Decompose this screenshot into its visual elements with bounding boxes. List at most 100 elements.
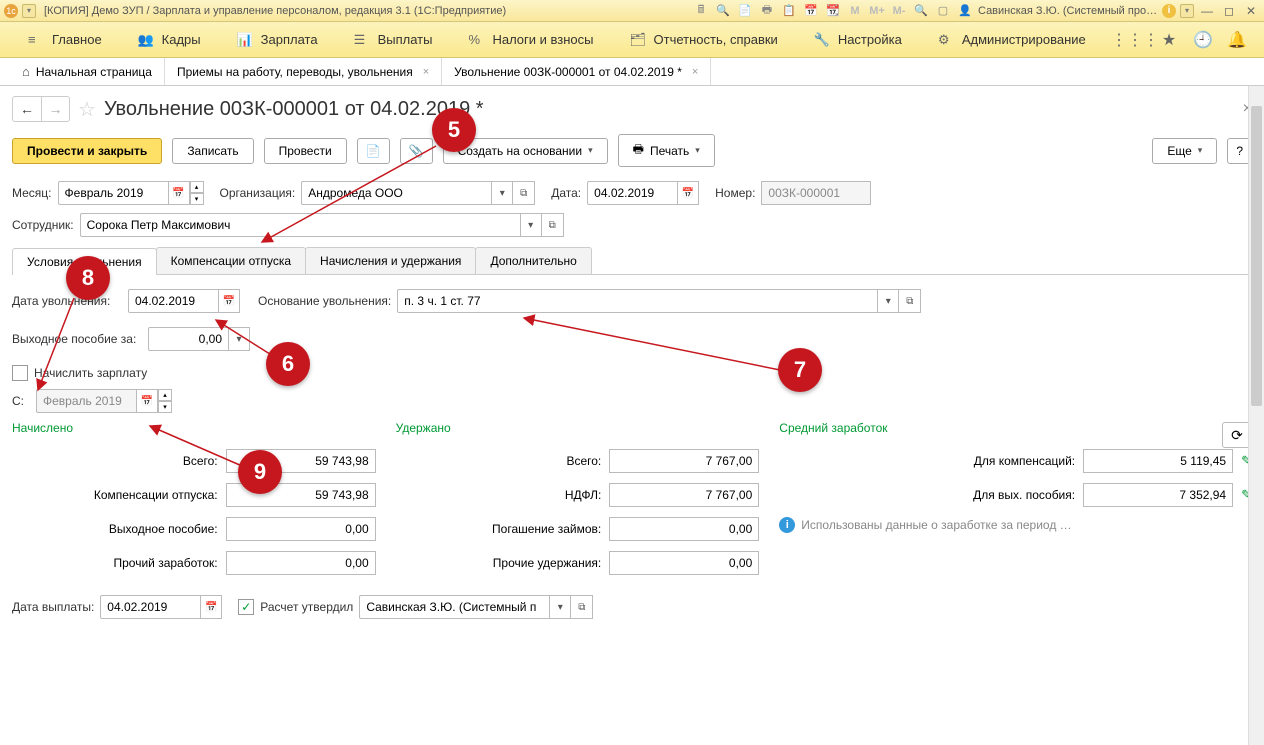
employee-input[interactable]: [80, 213, 520, 237]
tab-hiring[interactable]: Приемы на работу, переводы, увольнения×: [165, 58, 442, 85]
more-button[interactable]: Еще▾: [1152, 138, 1217, 164]
avg-sev-input[interactable]: [1083, 483, 1233, 507]
nav-personnel[interactable]: 👥Кадры: [120, 22, 219, 57]
history-icon[interactable]: 🕘: [1190, 27, 1216, 53]
tab-close-icon[interactable]: ×: [423, 66, 429, 78]
month-input[interactable]: [58, 181, 168, 205]
withheld-other-input[interactable]: [609, 551, 759, 575]
maximize-button[interactable]: ◻: [1221, 4, 1237, 18]
nav-main[interactable]: ≡Главное: [10, 22, 120, 57]
open-icon[interactable]: ⧉: [899, 289, 921, 313]
calendar-icon[interactable]: 📅: [136, 389, 158, 413]
nav-settings-label: Настройка: [838, 32, 902, 47]
paydate-input[interactable]: [100, 595, 200, 619]
tab-close-icon[interactable]: ×: [692, 66, 698, 78]
calendar-icon[interactable]: 📅: [168, 181, 190, 205]
withheld-loan-input[interactable]: [609, 517, 759, 541]
tab-dismissal-label: Увольнение 00ЗК-000001 от 04.02.2019 *: [454, 65, 682, 79]
month-label: Месяц:: [12, 186, 52, 200]
info-blue-icon[interactable]: i: [779, 517, 795, 533]
open-icon[interactable]: ⧉: [571, 595, 593, 619]
m-icon[interactable]: M: [847, 3, 863, 19]
toolbar-print-icon[interactable]: 🖶: [759, 3, 775, 19]
bell-icon[interactable]: 🔔: [1224, 27, 1250, 53]
nav-settings[interactable]: 🔧Настройка: [796, 22, 920, 57]
open-icon[interactable]: ⧉: [542, 213, 564, 237]
info-icon[interactable]: i: [1162, 4, 1176, 18]
toolbar-icon-1[interactable]: 🖩: [693, 3, 709, 19]
forward-button[interactable]: →: [41, 97, 69, 121]
close-window-button[interactable]: ✕: [1243, 4, 1259, 18]
user-icon: 👤: [957, 3, 973, 19]
tabs-row: ⌂Начальная страница Приемы на работу, пе…: [0, 58, 1264, 86]
m-minus-icon[interactable]: M-: [891, 3, 907, 19]
calendar-icon[interactable]: 📅: [218, 289, 240, 313]
dropdown-icon[interactable]: ▾: [491, 181, 513, 205]
window-title: [КОПИЯ] Демо ЗУП / Зарплата и управление…: [44, 5, 506, 17]
back-button[interactable]: ←: [13, 97, 41, 121]
toolbar-calendar-icon[interactable]: 📅: [803, 3, 819, 19]
app-menu-dropdown[interactable]: ▾: [22, 4, 36, 18]
user-name[interactable]: Савинская З.Ю. (Системный прог…: [978, 5, 1158, 17]
scrollbar-thumb[interactable]: [1251, 106, 1262, 406]
app-logo-icon: 1c: [4, 4, 18, 18]
month-spin[interactable]: ▴▾: [190, 181, 204, 205]
dropdown-icon[interactable]: ▾: [228, 327, 250, 351]
document-icon-button[interactable]: 📄: [357, 138, 390, 164]
reason-input[interactable]: [397, 289, 877, 313]
toolbar-cfg-icon[interactable]: ▢: [935, 3, 951, 19]
accrued-other-input[interactable]: [226, 551, 376, 575]
withheld-total-input[interactable]: [609, 449, 759, 473]
withheld-col: Удержано Всего: НДФЛ: Погашение займов: …: [396, 421, 760, 585]
dropdown-icon[interactable]: ▾: [549, 595, 571, 619]
nav-salary[interactable]: 📊Зарплата: [219, 22, 336, 57]
favorite-star-icon[interactable]: ★: [1156, 27, 1182, 53]
severance-input[interactable]: [148, 327, 228, 351]
print-button[interactable]: 🖶Печать▾: [618, 134, 715, 167]
apps-grid-icon[interactable]: ⋮⋮⋮: [1122, 27, 1148, 53]
from-spin[interactable]: ▴▾: [158, 389, 172, 413]
accrued-sev-input[interactable]: [226, 517, 376, 541]
approved-checkbox[interactable]: ✓: [238, 599, 254, 615]
attach-button[interactable]: 📎: [400, 138, 433, 164]
m-plus-icon[interactable]: M+: [869, 3, 885, 19]
approver-input[interactable]: [359, 595, 549, 619]
favorite-toggle-icon[interactable]: ☆: [78, 97, 96, 122]
accrue-salary-checkbox[interactable]: [12, 365, 28, 381]
open-icon[interactable]: ⧉: [513, 181, 535, 205]
toolbar-calendar2-icon[interactable]: 📆: [825, 3, 841, 19]
toolbar-help-icon[interactable]: 🔍: [913, 3, 929, 19]
tab-home[interactable]: ⌂Начальная страница: [10, 58, 165, 85]
nav-reports[interactable]: 🗂Отчетность, справки: [612, 22, 796, 57]
reason-label: Основание увольнения:: [258, 294, 391, 308]
dropdown-icon[interactable]: ▾: [520, 213, 542, 237]
post-and-close-button[interactable]: Провести и закрыть: [12, 138, 162, 164]
nav-payments[interactable]: ☰Выплаты: [336, 22, 451, 57]
vertical-scrollbar[interactable]: [1248, 86, 1264, 745]
subtab-additional[interactable]: Дополнительно: [475, 247, 591, 274]
org-input[interactable]: [301, 181, 491, 205]
nav-admin[interactable]: ⚙Администрирование: [920, 22, 1104, 57]
calendar-icon[interactable]: 📅: [677, 181, 699, 205]
nav-taxes[interactable]: %Налоги и взносы: [450, 22, 611, 57]
command-bar: Провести и закрыть Записать Провести 📄 📎…: [12, 134, 1252, 167]
subtab-accruals[interactable]: Начисления и удержания: [305, 247, 476, 274]
toolbar-icon-2[interactable]: 🔍: [715, 3, 731, 19]
post-button[interactable]: Провести: [264, 138, 347, 164]
withheld-ndfl-input[interactable]: [609, 483, 759, 507]
avg-comp-input[interactable]: [1083, 449, 1233, 473]
info-dropdown[interactable]: ▾: [1180, 4, 1194, 18]
date-input[interactable]: [587, 181, 677, 205]
toolbar-icon-3[interactable]: 📄: [737, 3, 753, 19]
minimize-button[interactable]: —: [1199, 4, 1215, 18]
save-button[interactable]: Записать: [172, 138, 253, 164]
approved-label: Расчет утвердил: [260, 600, 353, 614]
dismissal-date-input[interactable]: [128, 289, 218, 313]
chevron-down-icon: ▾: [695, 145, 700, 156]
nav-salary-label: Зарплата: [261, 32, 318, 47]
tab-dismissal[interactable]: Увольнение 00ЗК-000001 от 04.02.2019 * ×: [442, 58, 711, 85]
toolbar-icon-5[interactable]: 📋: [781, 3, 797, 19]
calendar-icon[interactable]: 📅: [200, 595, 222, 619]
subtab-vacation-comp[interactable]: Компенсации отпуска: [156, 247, 306, 274]
dropdown-icon[interactable]: ▾: [877, 289, 899, 313]
